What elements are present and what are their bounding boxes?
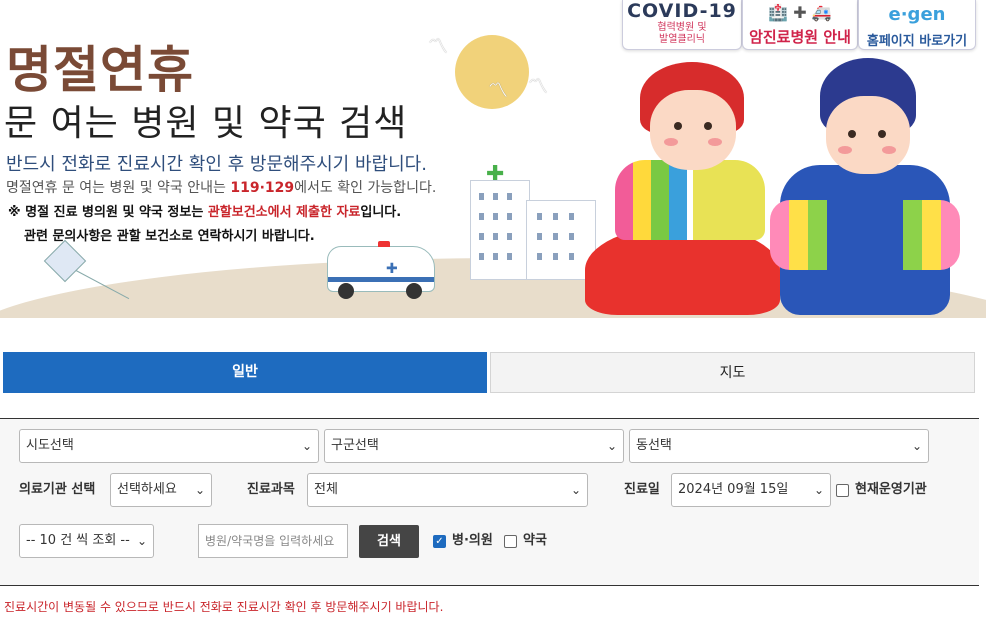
pharmacy-checkbox-label: 약국 [523,533,547,548]
hospital-building-illustration [470,180,530,280]
notice-highlight: 관할보건소에서 제출한 자료 [207,205,361,220]
page-subtitle: 문 여는 병원 및 약국 검색 [4,103,408,144]
notice-suffix: 입니다. [360,205,402,220]
name-search-input[interactable]: 병원/약국명을 입력하세요 [198,524,348,558]
pharmacy-checkbox[interactable] [504,535,517,548]
operating-checkbox[interactable] [836,484,849,497]
girl-jacket-illustration [615,160,765,240]
chevron-down-icon: ⌄ [136,534,147,548]
kite-illustration [43,239,87,283]
department-select-value: 전체 [314,482,338,497]
chevron-down-icon: ⌄ [194,483,205,497]
department-select[interactable]: 전체 ⌄ [307,473,588,507]
chevron-down-icon: ⌄ [606,439,617,453]
dong-select-value: 동선택 [636,438,672,453]
search-button[interactable]: 검색 [359,525,419,558]
gugun-select[interactable]: 구군선택 ⌄ [324,429,624,463]
girl-face-illustration [650,90,736,170]
sido-select-value: 시도선택 [26,438,74,453]
tab-general[interactable]: 일반 [3,352,487,393]
hospital-checkbox-label: 병·의원 [452,533,493,548]
crane-icon: 〽 [428,34,448,58]
date-select[interactable]: 2024년 09월 15일 ⌄ [671,473,831,507]
hospital-ambulance-icon: 🏥 ✚ 🚑 [768,3,832,22]
sido-select[interactable]: 시도선택 ⌄ [19,429,319,463]
cancer-hospital-label: 암진료병원 안내 [749,28,851,46]
contact-notice: 관련 문의사항은 관할 보건소로 연락하시기 바랍니다. [24,229,315,244]
hospital-checkbox[interactable]: ✓ [433,535,446,548]
operating-label: 현재운영기관 [855,482,927,497]
data-source-notice: ※ 명절 진료 병의원 및 약국 정보는 관할보건소에서 제출한 자료입니다. [8,201,401,220]
chevron-down-icon: ⌄ [813,483,824,497]
date-label: 진료일 [624,482,660,497]
phone-check-notice: 반드시 전화로 진료시간 확인 후 방문해주시기 바랍니다. [6,154,427,175]
department-label: 진료과목 [247,482,295,497]
boy-face-illustration [826,96,910,174]
info-line-suffix: 에서도 확인 가능합니다. [294,180,437,196]
boy-sleeves-illustration [770,200,960,270]
chevron-down-icon: ⌄ [911,439,922,453]
chevron-down-icon: ⌄ [301,439,312,453]
covid-line2: 발열클리닉 [659,34,705,45]
crane-icon: 〽 [528,74,548,98]
homepage-link-button[interactable]: e·gen 홈페이지 바로가기 [858,0,976,50]
info-line: 명절연휴 문 여는 병원 및 약국 안내는 119·129에서도 확인 가능합니… [6,177,436,197]
egen-logo-icon: e·gen [888,4,946,25]
info-line-prefix: 명절연휴 문 여는 병원 및 약국 안내는 [6,180,231,196]
institution-select[interactable]: 선택하세요 ⌄ [110,473,212,507]
tab-map[interactable]: 지도 [490,352,975,393]
page-size-value: -- 10 건 씩 조회 -- [26,533,130,548]
covid-line1: 협력병원 및 [657,22,707,33]
hero-banner: 〽 〽 〽 명절연휴 문 여는 병원 및 약국 검색 반드시 전화로 진료시간 … [0,0,986,318]
page-title: 명절연휴 [6,41,194,99]
covid-link-button[interactable]: COVID-19 협력병원 및 발열클리닉 [622,0,742,50]
footer-notice: 진료시간이 변동될 수 있으므로 반드시 전화로 진료시간 확인 후 방문해주시… [4,600,444,614]
crane-icon: 〽 [488,78,508,102]
gugun-select-value: 구군선택 [331,438,379,453]
dong-select[interactable]: 동선택 ⌄ [629,429,929,463]
covid-title: COVID-19 [627,0,737,22]
chevron-down-icon: ⌄ [570,483,581,497]
date-select-value: 2024년 09월 15일 [678,482,789,497]
institution-select-value: 선택하세요 [117,482,177,497]
page-size-select[interactable]: -- 10 건 씩 조회 -- ⌄ [19,524,154,558]
cancer-hospital-link-button[interactable]: 🏥 ✚ 🚑 암진료병원 안내 [742,0,858,50]
notice-prefix: ※ 명절 진료 병의원 및 약국 정보는 [8,205,208,220]
homepage-label: 홈페이지 바로가기 [866,34,968,49]
ambulance-illustration: ✚ [327,241,435,299]
emergency-numbers: 119·129 [230,180,295,196]
institution-label: 의료기관 선택 [19,482,96,497]
